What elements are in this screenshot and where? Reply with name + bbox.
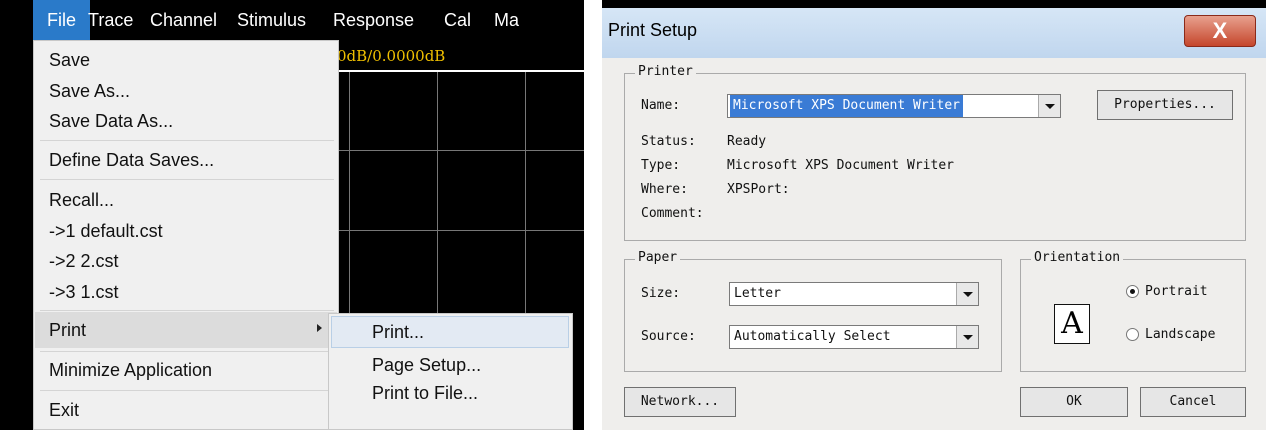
chevron-down-icon[interactable]: [956, 283, 978, 305]
printer-group-label: Printer: [635, 64, 696, 79]
chevron-down-icon[interactable]: [956, 326, 978, 348]
menu-item-save-data-as[interactable]: Save Data As...: [49, 108, 173, 134]
orientation-group: Orientation A Portrait Landscape: [1020, 250, 1246, 372]
network-button[interactable]: Network...: [624, 387, 736, 417]
menu-item-recent-1[interactable]: ->1 default.cst: [49, 218, 163, 244]
file-menu: Save Save As... Save Data As... Define D…: [33, 40, 339, 430]
paper-source-select[interactable]: Automatically Select: [729, 325, 979, 349]
chevron-down-icon[interactable]: [1038, 95, 1060, 117]
trace-scale-underline: [336, 70, 584, 72]
print-submenu: Print... Page Setup... Print to File...: [328, 313, 573, 430]
submenu-item-print-to-file[interactable]: Print to File...: [372, 380, 478, 406]
orientation-group-label: Orientation: [1031, 250, 1124, 265]
where-label: Where:: [641, 182, 688, 197]
menu-separator: [40, 140, 334, 141]
menu-item-recent-3[interactable]: ->3 1.cst: [49, 279, 119, 305]
print-setup-window: Print Setup X Printer Name: Microsoft XP…: [602, 0, 1266, 430]
type-label: Type:: [641, 158, 681, 173]
trace-scale-label: 0dB/0.0000dB: [337, 47, 446, 65]
menu-item-recall[interactable]: Recall...: [49, 187, 114, 213]
menu-response[interactable]: Response: [333, 0, 414, 40]
menu-separator: [40, 179, 334, 180]
submenu-item-print[interactable]: Print...: [372, 319, 424, 345]
menu-file[interactable]: File: [33, 0, 91, 40]
menu-ma[interactable]: Ma: [494, 0, 519, 40]
printer-name-value: Microsoft XPS Document Writer: [730, 95, 963, 117]
submenu-item-highlight: [331, 316, 569, 348]
analyzer-window: File Trace Channel Stimulus Response Cal…: [0, 0, 584, 430]
menu-item-save[interactable]: Save: [49, 47, 90, 73]
submenu-arrow-icon: [317, 324, 322, 332]
portrait-page-icon: A: [1054, 304, 1090, 344]
portrait-label[interactable]: Portrait: [1145, 284, 1208, 299]
menu-cal[interactable]: Cal: [444, 0, 471, 40]
close-icon: X: [1212, 18, 1228, 43]
menu-item-define-data-saves[interactable]: Define Data Saves...: [49, 147, 214, 173]
source-label: Source:: [641, 329, 696, 344]
menu-separator: [40, 390, 334, 391]
where-value: XPSPort:: [727, 182, 790, 197]
menu-item-exit[interactable]: Exit: [49, 397, 79, 423]
menu-channel[interactable]: Channel: [150, 0, 217, 40]
status-value: Ready: [727, 134, 767, 149]
size-label: Size:: [641, 286, 681, 301]
menu-item-minimize-application[interactable]: Minimize Application: [49, 357, 212, 383]
submenu-item-page-setup[interactable]: Page Setup...: [372, 352, 481, 378]
menu-trace[interactable]: Trace: [88, 0, 133, 40]
menu-item-save-as[interactable]: Save As...: [49, 78, 130, 104]
paper-group: Paper Size: Letter Source: Automatically…: [624, 250, 1002, 372]
properties-button[interactable]: Properties...: [1097, 90, 1233, 120]
menu-item-recent-2[interactable]: ->2 2.cst: [49, 248, 119, 274]
paper-group-label: Paper: [635, 250, 681, 265]
paper-source-value: Automatically Select: [734, 329, 891, 344]
graticule-line: [337, 230, 584, 231]
paper-size-select[interactable]: Letter: [729, 282, 979, 306]
menu-separator: [40, 351, 334, 352]
landscape-label[interactable]: Landscape: [1145, 327, 1215, 342]
status-label: Status:: [641, 134, 696, 149]
ok-button[interactable]: OK: [1020, 387, 1128, 417]
menu-item-print[interactable]: Print: [49, 317, 86, 343]
print-setup-dialog: Print Setup X Printer Name: Microsoft XP…: [602, 8, 1266, 430]
name-label: Name:: [641, 98, 681, 113]
type-value: Microsoft XPS Document Writer: [727, 158, 954, 173]
printer-group: Printer Name: Microsoft XPS Document Wri…: [624, 64, 1246, 241]
landscape-radio[interactable]: [1126, 328, 1139, 341]
cancel-button[interactable]: Cancel: [1140, 387, 1246, 417]
dialog-title: Print Setup: [608, 20, 698, 40]
close-button[interactable]: X: [1184, 15, 1256, 47]
portrait-radio[interactable]: [1126, 285, 1139, 298]
printer-name-select[interactable]: Microsoft XPS Document Writer: [727, 94, 1061, 118]
comment-label: Comment:: [641, 206, 704, 221]
menu-bar: File Trace Channel Stimulus Response Cal…: [0, 0, 584, 40]
menu-stimulus[interactable]: Stimulus: [237, 0, 306, 40]
graticule-line: [337, 150, 584, 151]
paper-size-value: Letter: [734, 286, 781, 301]
menu-separator: [40, 310, 334, 311]
dialog-title-bar[interactable]: Print Setup X: [602, 8, 1266, 58]
